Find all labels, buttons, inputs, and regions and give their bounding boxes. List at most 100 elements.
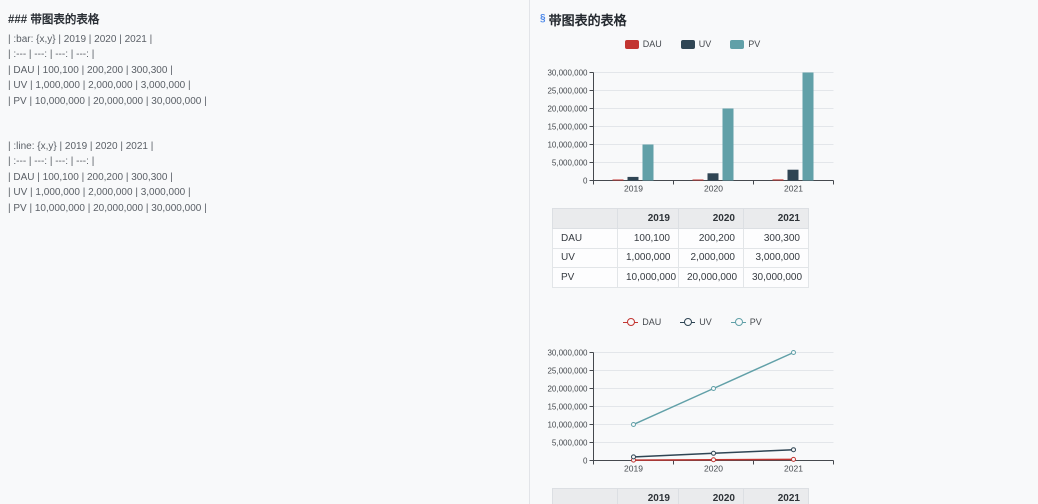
table-cell: 200,200 <box>679 229 744 249</box>
y-axis-label: 10,000,000 <box>547 420 588 429</box>
point-uv <box>712 451 716 455</box>
rendered-table-bar: 201920202021DAU100,100200,200300,300UV1,… <box>552 208 809 288</box>
bar-chart: 0 5,000,000 10,000,000 15,000,000 20,000,000… <box>545 60 840 198</box>
table-header-cell: 2021 <box>744 489 809 504</box>
legend-item-dau[interactable]: DAU <box>623 317 661 327</box>
table-header-cell <box>553 489 618 504</box>
legend-line-marker-icon <box>680 318 695 327</box>
markdown-editor-app: { "editor": { "heading": "### 带图表的表格", "… <box>0 0 1038 504</box>
source-line: | DAU | 100,100 | 200,200 | 300,300 | <box>8 63 519 78</box>
rendered-table-line-partial: 201920202021DAU100,100200,200300,300UV1,… <box>552 488 809 504</box>
y-axis-label: 15,000,000 <box>547 122 588 131</box>
y-axis-label: 20,000,000 <box>547 104 588 113</box>
table-header-cell: 2021 <box>744 209 809 229</box>
y-axis-label: 5,000,000 <box>552 158 588 167</box>
legend-swatch-icon <box>681 40 695 49</box>
x-axis-label: 2021 <box>784 184 803 194</box>
preview-heading-text: 带图表的表格 <box>549 10 627 29</box>
table-cell: UV <box>553 248 618 268</box>
table-header-cell <box>553 209 618 229</box>
y-axis-label: 0 <box>583 176 588 185</box>
legend-line-marker-icon <box>731 318 746 327</box>
bar-uv-2021 <box>788 170 799 181</box>
source-line: | :bar: {x,y} | 2019 | 2020 | 2021 | <box>8 32 519 47</box>
data-table: 201920202021DAU100,100200,200300,300UV1,… <box>552 208 809 288</box>
source-line: | :--- | ---: | ---: | ---: | <box>8 154 519 169</box>
bar-pv-2020 <box>723 109 734 181</box>
legend-label: UV <box>699 317 712 327</box>
y-axis-label: 20,000,000 <box>547 384 588 393</box>
line-chart: 0 5,000,000 10,000,000 15,000,000 20,000,000… <box>545 340 840 474</box>
y-axis-label: 5,000,000 <box>552 438 588 447</box>
line-chart-legend: DAU UV PV <box>545 316 840 328</box>
table-header-row: 201920202021 <box>553 489 809 504</box>
table-header-cell: 2019 <box>618 209 679 229</box>
preview-heading: § 带图表的表格 <box>540 10 627 28</box>
y-axis-label: 25,000,000 <box>547 86 588 95</box>
y-axis-label: 15,000,000 <box>547 402 588 411</box>
legend-label: UV <box>699 39 712 49</box>
source-line: | UV | 1,000,000 | 2,000,000 | 3,000,000… <box>8 185 519 200</box>
point-uv <box>632 455 636 459</box>
legend-item-uv[interactable]: UV <box>681 39 712 49</box>
table-row: DAU100,100200,200300,300 <box>553 229 809 249</box>
point-dau <box>712 458 716 462</box>
markdown-source-pane[interactable]: ### 带图表的表格 | :bar: {x,y} | 2019 | 2020 |… <box>0 0 530 504</box>
x-axis-label: 2020 <box>704 184 723 194</box>
table-header-cell: 2020 <box>679 489 744 504</box>
table-cell: 20,000,000 <box>679 268 744 288</box>
table-cell: PV <box>553 268 618 288</box>
legend-item-pv[interactable]: PV <box>731 317 762 327</box>
source-heading: ### 带图表的表格 <box>8 12 519 29</box>
table-cell: 2,000,000 <box>679 248 744 268</box>
legend-line-marker-icon <box>623 318 638 327</box>
table-header-cell: 2019 <box>618 489 679 504</box>
x-axis-label: 2020 <box>704 464 723 474</box>
bar-pv-2021 <box>803 73 814 181</box>
heading-anchor-icon[interactable]: § <box>540 14 546 24</box>
table-cell: 30,000,000 <box>744 268 809 288</box>
legend-label: DAU <box>643 39 662 49</box>
x-axis-label: 2019 <box>624 184 643 194</box>
bar-uv-2020 <box>708 173 719 180</box>
y-axis-label: 25,000,000 <box>547 366 588 375</box>
point-pv <box>712 387 716 391</box>
source-line-table-block: | :line: {x,y} | 2019 | 2020 | 2021 || :… <box>8 139 519 216</box>
point-uv <box>792 448 796 452</box>
table-cell: 3,000,000 <box>744 248 809 268</box>
bar-dau-2020 <box>693 180 704 181</box>
source-line: | UV | 1,000,000 | 2,000,000 | 3,000,000… <box>8 78 519 93</box>
legend-label: DAU <box>642 317 661 327</box>
table-cell: 300,300 <box>744 229 809 249</box>
legend-swatch-icon <box>730 40 744 49</box>
point-pv <box>632 423 636 427</box>
preview-pane: § 带图表的表格 DAUUVPV 05,000,00010,000,00015,… <box>531 0 1038 504</box>
source-line: | PV | 10,000,000 | 20,000,000 | 30,000,… <box>8 94 519 109</box>
y-axis-label: 30,000,000 <box>547 348 588 357</box>
table-cell: 10,000,000 <box>618 268 679 288</box>
x-axis-label: 2021 <box>784 464 803 474</box>
source-line: | DAU | 100,100 | 200,200 | 300,300 | <box>8 170 519 185</box>
source-line: | :line: {x,y} | 2019 | 2020 | 2021 | <box>8 139 519 154</box>
table-cell: DAU <box>553 229 618 249</box>
data-table: 201920202021DAU100,100200,200300,300UV1,… <box>552 488 809 504</box>
legend-item-dau[interactable]: DAU <box>625 39 662 49</box>
y-axis-label: 10,000,000 <box>547 140 588 149</box>
legend-item-uv[interactable]: UV <box>680 317 712 327</box>
y-axis-label: 30,000,000 <box>547 68 588 77</box>
legend-item-pv[interactable]: PV <box>730 39 760 49</box>
table-cell: 1,000,000 <box>618 248 679 268</box>
legend-label: PV <box>750 317 762 327</box>
y-axis-label: 0 <box>583 456 588 465</box>
bar-dau-2021 <box>773 179 784 180</box>
bar-uv-2019 <box>628 177 639 181</box>
bar-pv-2019 <box>643 145 654 181</box>
source-bar-table-block: | :bar: {x,y} | 2019 | 2020 | 2021 || :-… <box>8 32 519 109</box>
bar-dau-2019 <box>613 180 624 181</box>
table-cell: 100,100 <box>618 229 679 249</box>
table-row: UV1,000,0002,000,0003,000,000 <box>553 248 809 268</box>
table-row: PV10,000,00020,000,00030,000,000 <box>553 268 809 288</box>
x-axis-label: 2019 <box>624 464 643 474</box>
bar-chart-legend: DAU UV PV <box>545 38 840 50</box>
table-header-cell: 2020 <box>679 209 744 229</box>
